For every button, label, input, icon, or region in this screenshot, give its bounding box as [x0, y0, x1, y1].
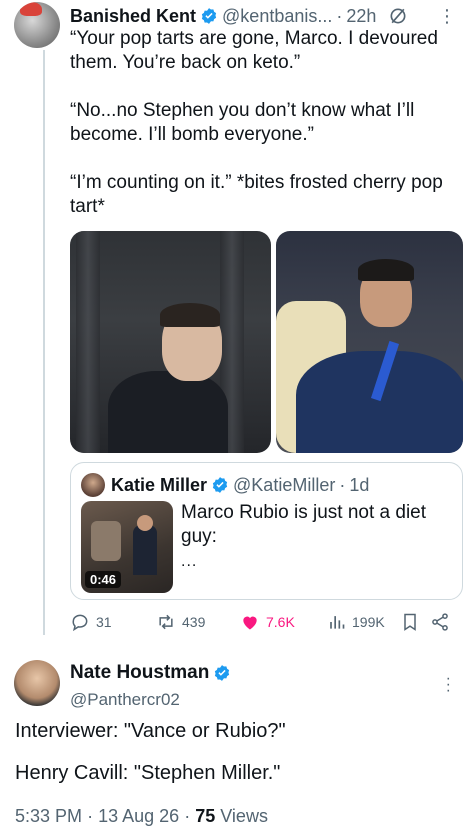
tweet-body: “Your pop tarts are gone, Marco. I devou…	[70, 27, 455, 219]
quote-video-thumbnail[interactable]: 0:46	[81, 501, 173, 593]
more-icon[interactable]: · · ·	[446, 671, 451, 699]
bookmark-icon	[404, 613, 416, 631]
repost-icon	[159, 614, 173, 630]
author-handle[interactable]: @kentbanis...	[222, 6, 332, 27]
tweet-actions-bar: 31 439 7.6K 199K	[70, 610, 463, 638]
quote-header: Katie Miller @KatieMiller · 1d	[111, 473, 369, 497]
verified-icon	[215, 665, 230, 681]
separator-dot: ·	[339, 474, 346, 495]
grok-icon[interactable]	[388, 6, 408, 26]
tweet-photo-left[interactable]	[70, 231, 271, 453]
tweet-body: Interviewer: "Vance or Rubio?" Henry Cav…	[15, 718, 455, 802]
separator-dot: ·	[336, 5, 343, 26]
author-name[interactable]: Banished Kent	[70, 6, 196, 27]
reply-icon	[72, 614, 88, 632]
quote-text: Marco Rubio is just not a diet guy:	[181, 502, 427, 547]
timestamp[interactable]: 22h	[346, 6, 376, 27]
quote-truncation: ...	[181, 553, 198, 570]
quote-author-handle[interactable]: @KatieMiller	[233, 475, 335, 496]
quoted-tweet-card[interactable]: Katie Miller @KatieMiller · 1d 0:46 Marc…	[70, 462, 463, 600]
tweet-paragraph: “No...no Stephen you don’t know what I’l…	[70, 100, 415, 145]
views-icon	[330, 616, 345, 629]
tweet-photo-right[interactable]	[276, 231, 463, 453]
views-button[interactable]: 199K	[326, 612, 385, 632]
share-icon	[432, 613, 448, 631]
tweet-header: Nate Houstman	[70, 660, 455, 686]
repost-count: 439	[182, 614, 206, 630]
share-button[interactable]	[430, 612, 450, 632]
reply-count: 31	[96, 614, 112, 630]
more-icon[interactable]: ⋮	[438, 6, 456, 27]
quote-author-name[interactable]: Katie Miller	[111, 475, 207, 496]
reply-button[interactable]: 31	[70, 612, 112, 632]
like-button[interactable]: 7.6K	[240, 612, 295, 632]
tweet-header: Banished Kent @kentbanis... · 22h ⋮	[70, 4, 456, 28]
avatar[interactable]	[14, 2, 60, 48]
tweet-paragraph: “I’m counting on it.” *bites frosted che…	[70, 172, 443, 217]
tweet-paragraph: “Your pop tarts are gone, Marco. I devou…	[70, 28, 438, 73]
repost-button[interactable]: 439	[156, 612, 205, 632]
verified-icon	[212, 477, 228, 493]
video-duration-badge: 0:46	[85, 571, 122, 588]
heart-icon	[243, 616, 257, 630]
tweet-meta: 5:33 PM · 13 Aug 26 · 75 Views	[15, 806, 268, 827]
santa-hat-decoration	[20, 2, 42, 16]
author-handle[interactable]: @Panthercr02	[70, 690, 180, 710]
post-date[interactable]: 13 Aug 26	[98, 806, 179, 826]
author-name[interactable]: Nate Houstman	[70, 662, 209, 684]
views-count: 75	[195, 806, 216, 826]
bookmark-button[interactable]	[400, 612, 420, 632]
like-count: 7.6K	[266, 614, 295, 630]
tweet-line: Interviewer: "Vance or Rubio?"	[15, 720, 286, 742]
separator-dot: ·	[87, 806, 94, 826]
tweet-line: Henry Cavill: "Stephen Miller."	[15, 762, 281, 784]
views-label: Views	[220, 806, 268, 826]
quote-timestamp[interactable]: 1d	[349, 475, 369, 496]
quote-avatar[interactable]	[81, 473, 105, 497]
avatar[interactable]	[14, 660, 60, 706]
thread-connector-line	[43, 50, 45, 635]
separator-dot: ·	[184, 806, 191, 826]
verified-icon	[201, 8, 217, 24]
post-time[interactable]: 5:33 PM	[15, 806, 82, 826]
views-count: 199K	[352, 614, 385, 630]
